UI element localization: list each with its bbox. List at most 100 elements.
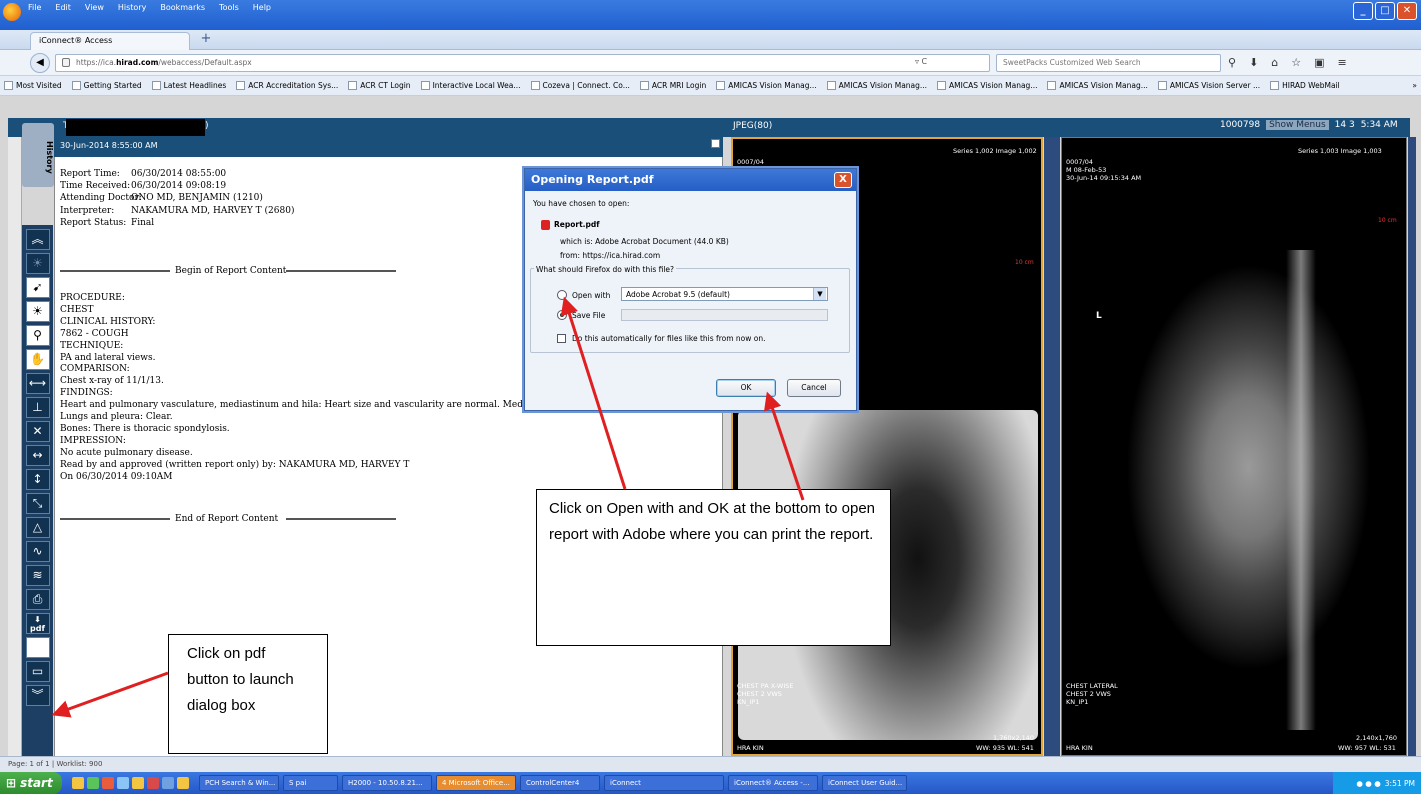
report-line: CLINICAL HISTORY:: [60, 316, 156, 327]
bookmark-item[interactable]: Most Visited: [4, 81, 62, 90]
menu-bookmarks[interactable]: Bookmarks: [160, 3, 205, 17]
quicklaunch-icon[interactable]: [132, 777, 144, 789]
pan-arrow-icon[interactable]: ➹: [25, 277, 50, 298]
menu-history[interactable]: History: [118, 3, 146, 17]
report-line: Lungs and pleura: Clear.: [60, 412, 173, 422]
open-with-radio[interactable]: [557, 290, 567, 300]
hand-icon[interactable]: ✋: [25, 349, 50, 370]
home-icon[interactable]: ⌂: [1271, 56, 1278, 69]
task-button[interactable]: 4 Microsoft Office...: [436, 775, 516, 791]
task-button[interactable]: S pai: [283, 775, 338, 791]
bookmark-star-icon[interactable]: ☆: [1291, 56, 1301, 69]
bookmark-item[interactable]: AMICAS Vision Server ...: [1157, 81, 1260, 90]
url-bar[interactable]: https://ica.hirad.com/webaccess/Default.…: [55, 54, 990, 72]
auto-checkbox[interactable]: [557, 334, 566, 343]
task-button[interactable]: iConnect® Access -...: [728, 775, 818, 791]
reload-icon[interactable]: ▿ C: [915, 57, 927, 66]
save-file-radio[interactable]: [557, 310, 567, 320]
quicklaunch-icon[interactable]: [177, 777, 189, 789]
collapse-up-icon[interactable]: ︽: [25, 229, 50, 250]
start-button[interactable]: ⊞ start: [0, 772, 62, 794]
cancel-button[interactable]: Cancel: [787, 379, 841, 397]
task-button[interactable]: iConnect User Guid...: [822, 775, 907, 791]
bookmark-item[interactable]: AMICAS Vision Manag...: [826, 81, 927, 90]
firefox-logo-icon[interactable]: [3, 3, 21, 21]
search-icon[interactable]: ⚲: [1228, 56, 1236, 69]
maximize-button[interactable]: □: [1375, 2, 1395, 20]
bookmark-item[interactable]: AMICAS Vision Manag...: [1047, 81, 1148, 90]
history-tab[interactable]: History: [22, 123, 54, 187]
bookmark-folder-icon: [151, 81, 161, 90]
quicklaunch-icon[interactable]: [72, 777, 84, 789]
ok-button[interactable]: OK: [716, 379, 776, 397]
open-with-label[interactable]: Open with: [572, 291, 610, 300]
bookmark-item[interactable]: AMICAS Vision Manag...: [937, 81, 1037, 90]
url-path: /webaccess/Default.aspx: [158, 58, 252, 67]
bookmark-item[interactable]: Interactive Local Wea...: [420, 81, 521, 90]
zoom-icon[interactable]: ⚲: [25, 325, 50, 346]
menu-help[interactable]: Help: [253, 3, 271, 17]
resize-icon[interactable]: ⤡: [25, 493, 50, 514]
quicklaunch-icon[interactable]: [102, 777, 114, 789]
menu-tools[interactable]: Tools: [219, 3, 239, 17]
library-icon[interactable]: ▣: [1314, 56, 1324, 69]
v2-topleft-2: 30-Jun-14 09:15:34 AM: [1066, 174, 1142, 182]
quicklaunch-icon[interactable]: [87, 777, 99, 789]
bookmark-folder-icon: [937, 81, 947, 90]
bookmarks-overflow-icon[interactable]: »: [1412, 81, 1417, 90]
tab-iconnect[interactable]: iConnect® Access: [30, 32, 190, 50]
back-button[interactable]: ◀: [30, 53, 50, 73]
minimize-button[interactable]: _: [1353, 2, 1373, 20]
download-icon[interactable]: ⬇: [1249, 56, 1258, 69]
save-file-label[interactable]: Save File: [572, 311, 605, 320]
bookmark-item[interactable]: ACR CT Login: [348, 81, 411, 90]
ruler-icon[interactable]: ⟷: [25, 373, 50, 394]
quicklaunch-icon[interactable]: [117, 777, 129, 789]
horizontal-arrows-icon[interactable]: ↔: [25, 445, 50, 466]
menu-view[interactable]: View: [85, 3, 104, 17]
quicklaunch-icon[interactable]: [162, 777, 174, 789]
close-window-button[interactable]: ✕: [1397, 2, 1417, 20]
search-input[interactable]: SweetPacks Customized Web Search: [996, 54, 1221, 72]
triangle-icon[interactable]: △: [25, 517, 50, 538]
task-button[interactable]: H2000 - 10.50.8.21...: [342, 775, 432, 791]
collapse-down-icon[interactable]: ︾: [25, 685, 50, 706]
chevron-down-icon[interactable]: ▼: [813, 288, 826, 300]
bookmark-item[interactable]: ACR MRI Login: [639, 81, 706, 90]
report-meta-row: Interpreter: NAKAMURA MD, HARVEY T (2680): [60, 206, 294, 216]
pdf-button[interactable]: ⬇ pdf: [25, 613, 50, 634]
viewport-scrollbar-2[interactable]: [1408, 137, 1416, 756]
blank-page-icon[interactable]: [25, 637, 50, 658]
auto-checkbox-label[interactable]: Do this automatically for files like thi…: [572, 334, 765, 343]
menu-file[interactable]: File: [28, 3, 41, 17]
vertical-arrows-icon[interactable]: ↕: [25, 469, 50, 490]
quicklaunch-icon[interactable]: [147, 777, 159, 789]
window-level-icon[interactable]: ☀: [25, 301, 50, 322]
bookmark-item[interactable]: Cozeva | Connect. Co...: [530, 81, 630, 90]
bookmark-item[interactable]: Latest Headlines: [151, 81, 226, 90]
task-button[interactable]: PCH Search & Win...: [199, 775, 279, 791]
angle-icon[interactable]: ⊥: [25, 397, 50, 418]
viewport-scrollbar-1[interactable]: [1044, 137, 1060, 756]
task-button[interactable]: ControlCenter4: [520, 775, 600, 791]
header-num: 14 3: [1334, 120, 1355, 130]
v1-series: Series 1,002 Image 1,002: [953, 147, 1037, 155]
bookmark-item[interactable]: ACR Accreditation Sys...: [236, 81, 338, 90]
new-tab-button[interactable]: +: [198, 32, 214, 48]
task-button[interactable]: iConnect: [604, 775, 724, 791]
hamburger-menu-icon[interactable]: ≡: [1338, 56, 1347, 69]
print-icon[interactable]: ⎙: [25, 589, 50, 610]
curve-icon[interactable]: ∿: [25, 541, 50, 562]
bookmark-item[interactable]: HIRAD WebMail: [1270, 81, 1340, 90]
bookmark-item[interactable]: AMICAS Vision Manag...: [716, 81, 817, 90]
bookmark-item[interactable]: Getting Started: [71, 81, 142, 90]
sun-icon[interactable]: ☀: [25, 253, 50, 274]
show-menus-button[interactable]: Show Menus: [1266, 120, 1329, 130]
open-with-select[interactable]: Adobe Acrobat 9.5 (default): [621, 287, 828, 301]
cross-tool-icon[interactable]: ✕: [25, 421, 50, 442]
dialog-close-button[interactable]: X: [834, 172, 852, 188]
layout-icon[interactable]: ▭: [25, 661, 50, 682]
report-close-icon[interactable]: [711, 139, 720, 148]
menu-edit[interactable]: Edit: [55, 3, 71, 17]
layers-icon[interactable]: ≋: [25, 565, 50, 586]
